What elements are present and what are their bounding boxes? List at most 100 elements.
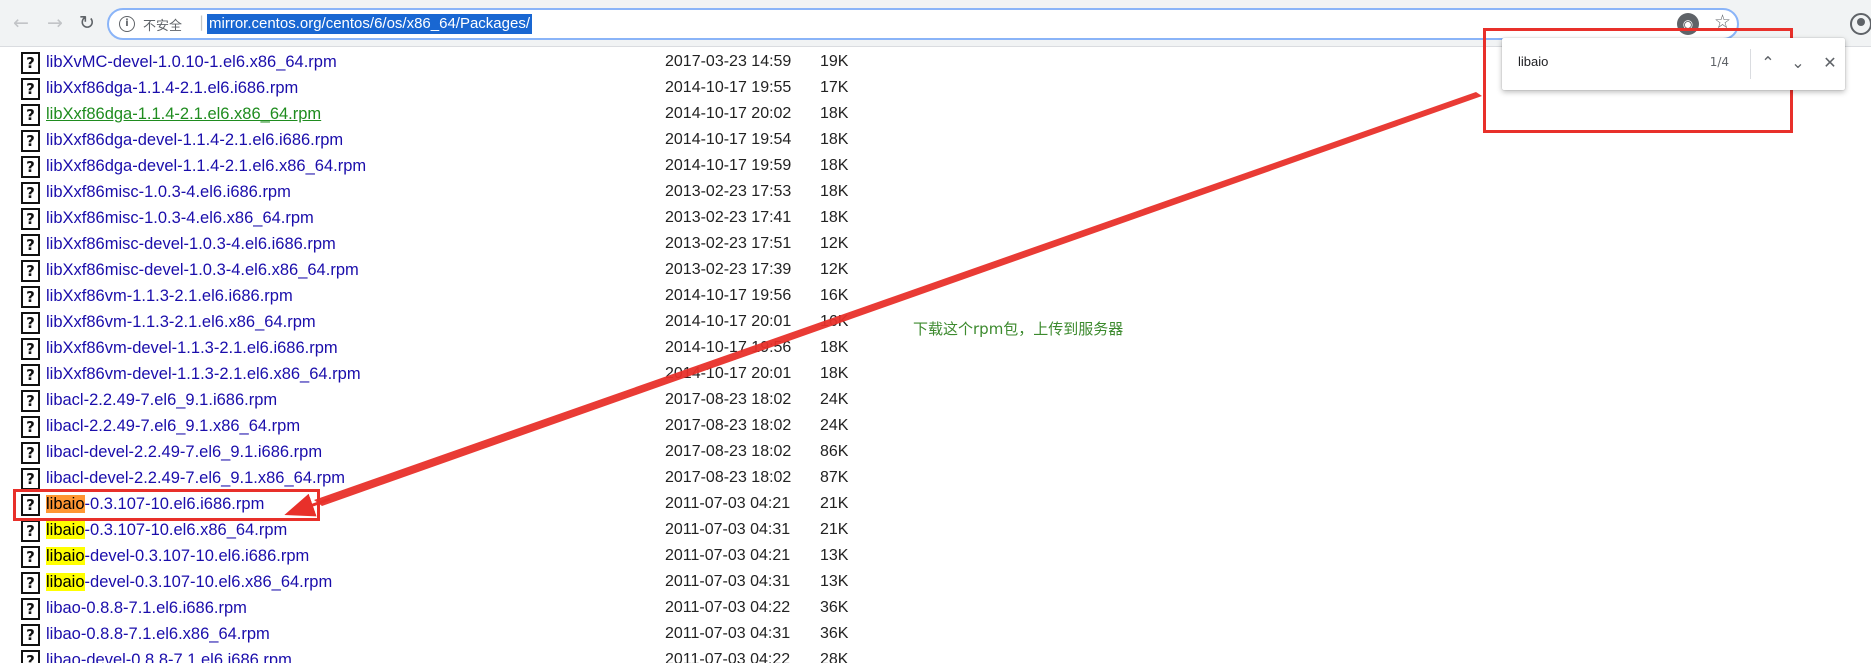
file-size: 21K — [820, 521, 849, 538]
unknown-file-icon: ? — [21, 650, 40, 663]
file-size: 18K — [820, 105, 849, 122]
file-name-text: libao-0.8.8-7.1.el6.i686.rpm — [46, 599, 247, 617]
file-link[interactable]: libXxf86misc-1.0.3-4.el6.x86_64.rpm — [46, 209, 314, 228]
file-date: 2011-07-03 04:22 — [665, 599, 791, 616]
file-link[interactable]: libXxf86misc-devel-1.0.3-4.el6.x86_64.rp… — [46, 261, 359, 280]
file-name-text: libXxf86misc-1.0.3-4.el6.i686.rpm — [46, 183, 291, 201]
file-name-text: libacl-devel-2.2.49-7.el6_9.1.i686.rpm — [46, 443, 323, 461]
file-link[interactable]: libXxf86misc-devel-1.0.3-4.el6.i686.rpm — [46, 235, 336, 254]
file-size: 17K — [820, 79, 849, 96]
file-link[interactable]: libXxf86vm-devel-1.1.3-2.1.el6.x86_64.rp… — [46, 365, 361, 384]
file-name-text: libacl-2.2.49-7.el6_9.1.i686.rpm — [46, 391, 278, 409]
file-name-text: libXxf86vm-devel-1.1.3-2.1.el6.i686.rpm — [46, 339, 338, 357]
file-link[interactable]: libao-0.8.8-7.1.el6.x86_64.rpm — [46, 625, 270, 644]
security-label[interactable]: 不安全 — [143, 15, 182, 34]
find-close-icon[interactable]: ✕ — [1818, 51, 1842, 75]
unknown-file-icon: ? — [21, 208, 40, 230]
reload-icon[interactable]: ↻ — [76, 12, 98, 34]
file-link[interactable]: libXxf86dga-1.1.4-2.1.el6.i686.rpm — [46, 79, 298, 98]
file-link[interactable]: libXvMC-devel-1.0.10-1.el6.x86_64.rpm — [46, 53, 337, 72]
find-match-highlight: libaio — [46, 573, 85, 591]
file-size: 12K — [820, 261, 849, 278]
profile-icon[interactable] — [1850, 13, 1871, 35]
target-row-highlight-box — [13, 489, 320, 521]
unknown-file-icon: ? — [21, 390, 40, 412]
file-date: 2017-03-23 14:59 — [665, 53, 792, 70]
file-row: ? libaio-devel-0.3.107-10.el6.i686.rpm 201… — [0, 544, 1000, 570]
file-row: ? libXxf86misc-1.0.3-4.el6.i686.rpm 2013-0… — [0, 180, 1000, 206]
unknown-file-icon: ? — [21, 78, 40, 100]
url-text[interactable]: mirror.centos.org/centos/6/os/x86_64/Pac… — [207, 14, 533, 34]
file-date: 2013-02-23 17:39 — [665, 261, 792, 278]
file-size: 18K — [820, 183, 849, 200]
file-size: 18K — [820, 365, 849, 382]
file-size: 16K — [820, 287, 849, 304]
find-previous-icon[interactable]: ⌃ — [1756, 51, 1780, 75]
file-row: ? libao-0.8.8-7.1.el6.i686.rpm 2011-07-03 … — [0, 596, 1000, 622]
file-link[interactable]: libacl-2.2.49-7.el6_9.1.i686.rpm — [46, 391, 277, 410]
file-link[interactable]: libaio-devel-0.3.107-10.el6.i686.rpm — [46, 547, 309, 566]
file-link[interactable]: libao-0.8.8-7.1.el6.i686.rpm — [46, 599, 247, 618]
file-name-text: libXxf86dga-1.1.4-2.1.el6.x86_64.rpm — [46, 105, 322, 123]
file-date: 2011-07-03 04:31 — [665, 625, 791, 642]
unknown-file-icon: ? — [21, 520, 40, 542]
unknown-file-icon: ? — [21, 364, 40, 386]
file-name-text: -0.3.107-10.el6.x86_64.rpm — [84, 521, 288, 539]
find-next-icon[interactable]: ⌄ — [1786, 51, 1810, 75]
file-date: 2013-02-23 17:51 — [665, 235, 792, 252]
file-size: 13K — [820, 573, 849, 590]
file-row: ? libacl-2.2.49-7.el6_9.1.i686.rpm 2017-08… — [0, 388, 1000, 414]
file-date: 2011-07-03 04:31 — [665, 521, 791, 538]
unknown-file-icon: ? — [21, 156, 40, 178]
file-link[interactable]: libXxf86dga-devel-1.1.4-2.1.el6.x86_64.r… — [46, 157, 366, 176]
file-size: 18K — [820, 339, 849, 356]
annotation-note: 下载这个rpm包，上传到服务器 — [913, 320, 1124, 338]
file-link[interactable]: libacl-2.2.49-7.el6_9.1.x86_64.rpm — [46, 417, 300, 436]
file-link[interactable]: libXxf86vm-1.1.3-2.1.el6.i686.rpm — [46, 287, 293, 306]
file-name-text: libXxf86dga-devel-1.1.4-2.1.el6.i686.rpm — [46, 131, 344, 149]
info-icon[interactable]: i — [119, 16, 135, 32]
file-date: 2014-10-17 19:59 — [665, 157, 792, 174]
file-link[interactable]: libXxf86vm-1.1.3-2.1.el6.x86_64.rpm — [46, 313, 316, 332]
file-date: 2013-02-23 17:53 — [665, 183, 792, 200]
file-link[interactable]: libacl-devel-2.2.49-7.el6_9.1.i686.rpm — [46, 443, 322, 462]
file-row: ? libXxf86dga-devel-1.1.4-2.1.el6.x86_64.… — [0, 154, 1000, 180]
file-link[interactable]: libXxf86vm-devel-1.1.3-2.1.el6.i686.rpm — [46, 339, 338, 358]
file-size: 12K — [820, 235, 849, 252]
file-row: ? libao-devel-0.8.8-7.1.el6.i686.rpm 2011-… — [0, 648, 1000, 663]
unknown-file-icon: ? — [21, 312, 40, 334]
file-date: 2014-10-17 20:01 — [665, 365, 792, 382]
file-size: 24K — [820, 417, 849, 434]
file-row: ? libXxf86vm-1.1.3-2.1.el6.i686.rpm 2014-1… — [0, 284, 1000, 310]
file-link[interactable]: libaio-devel-0.3.107-10.el6.x86_64.rpm — [46, 573, 332, 592]
file-row: ? libXxf86misc-devel-1.0.3-4.el6.x86_64.r… — [0, 258, 1000, 284]
file-name-text: libXxf86misc-devel-1.0.3-4.el6.x86_64.rp… — [46, 261, 359, 279]
unknown-file-icon: ? — [21, 624, 40, 646]
unknown-file-icon: ? — [21, 546, 40, 568]
file-row: ? libXxf86dga-1.1.4-2.1.el6.x86_64.rpm 201… — [0, 102, 1000, 128]
file-name-text: libao-devel-0.8.8-7.1.el6.i686.rpm — [46, 651, 292, 663]
back-arrow-icon[interactable]: ← — [10, 12, 32, 34]
file-link[interactable]: libXxf86dga-1.1.4-2.1.el6.x86_64.rpm — [46, 105, 321, 124]
file-link[interactable]: libXxf86misc-1.0.3-4.el6.i686.rpm — [46, 183, 291, 202]
file-row: ? libacl-2.2.49-7.el6_9.1.x86_64.rpm 2017-… — [0, 414, 1000, 440]
find-divider — [1750, 49, 1751, 79]
file-link[interactable]: libaio-0.3.107-10.el6.x86_64.rpm — [46, 521, 287, 540]
file-size: 36K — [820, 625, 849, 642]
file-name-text: libXxf86dga-devel-1.1.4-2.1.el6.x86_64.r… — [46, 157, 367, 175]
file-size: 18K — [820, 157, 849, 174]
file-link[interactable]: libao-devel-0.8.8-7.1.el6.i686.rpm — [46, 651, 292, 663]
forward-arrow-icon[interactable]: → — [44, 12, 66, 34]
file-date: 2017-08-23 18:02 — [665, 391, 792, 408]
file-size: 19K — [820, 53, 849, 70]
file-name-text: libXxf86vm-1.1.3-2.1.el6.x86_64.rpm — [46, 313, 316, 331]
file-row: ? libXxf86dga-1.1.4-2.1.el6.i686.rpm 2014-… — [0, 76, 1000, 102]
file-link[interactable]: libXxf86dga-devel-1.1.4-2.1.el6.i686.rpm — [46, 131, 343, 150]
find-input[interactable] — [1518, 54, 1688, 69]
file-row: ? libXxf86vm-devel-1.1.3-2.1.el6.x86_64.r… — [0, 362, 1000, 388]
file-link[interactable]: libacl-devel-2.2.49-7.el6_9.1.x86_64.rpm — [46, 469, 345, 488]
unknown-file-icon: ? — [21, 468, 40, 490]
file-name-text: libacl-devel-2.2.49-7.el6_9.1.x86_64.rpm — [46, 469, 346, 487]
file-date: 2017-08-23 18:02 — [665, 417, 792, 434]
file-size: 36K — [820, 599, 849, 616]
